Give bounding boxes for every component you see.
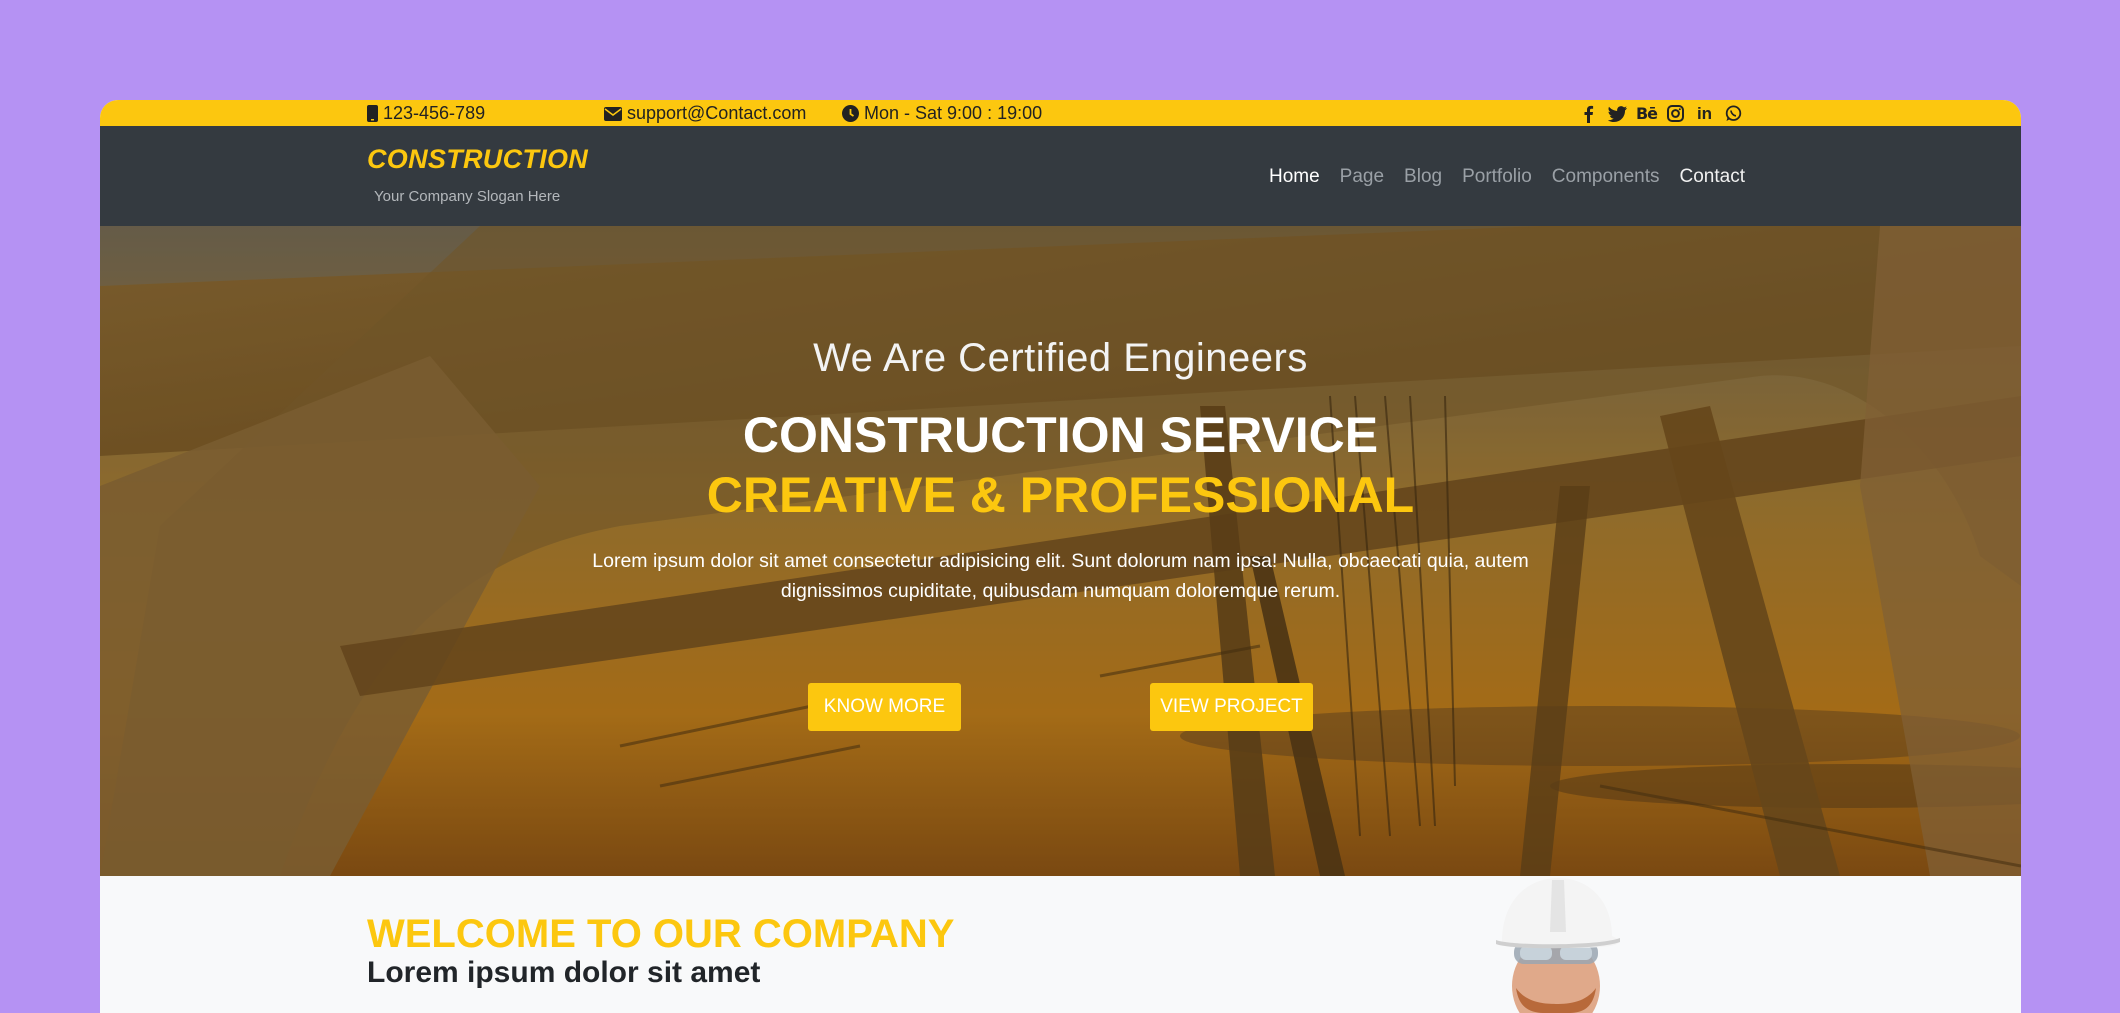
business-hours: Mon - Sat 9:00 : 19:00 <box>864 103 1043 123</box>
hero-section: We Are Certified Engineers CONSTRUCTION … <box>100 226 2021 876</box>
view-project-button[interactable]: VIEW PROJECT <box>1150 683 1313 731</box>
main-navbar: CONSTRUCTION Your Company Slogan Here Ho… <box>100 126 2021 226</box>
hero-title: CONSTRUCTION SERVICE <box>742 407 1379 463</box>
envelope-icon <box>604 106 622 121</box>
top-info-bar: 123-456-789 support@Contact.com Mon - Sa… <box>100 100 2021 126</box>
welcome-section: WELCOME TO OUR COMPANY Lorem ipsum dolor… <box>100 876 2021 1013</box>
nav-item-home[interactable]: Home <box>1269 166 1320 188</box>
facebook-icon[interactable] <box>1579 104 1598 123</box>
nav-item-page[interactable]: Page <box>1340 166 1384 188</box>
phone-info: 123-456-789 <box>367 103 485 124</box>
email-address[interactable]: support@Contact.com <box>627 103 806 124</box>
brand-logo[interactable]: CONSTRUCTION <box>367 144 588 175</box>
nav-item-blog[interactable]: Blog <box>1404 166 1442 188</box>
instagram-icon[interactable] <box>1666 104 1685 123</box>
nav-item-portfolio[interactable]: Portfolio <box>1462 166 1532 188</box>
social-links: Bē in <box>1579 104 1743 123</box>
nav-item-components[interactable]: Components <box>1552 166 1660 188</box>
know-more-button[interactable]: KNOW MORE <box>808 683 961 731</box>
welcome-title: WELCOME TO OUR COMPANY <box>367 912 955 956</box>
linkedin-icon[interactable]: in <box>1695 104 1714 123</box>
welcome-subtitle: Lorem ipsum dolor sit amet <box>367 956 761 989</box>
phone-icon <box>367 105 378 122</box>
whatsapp-icon[interactable] <box>1724 104 1743 123</box>
nav-menu: Home Page Blog Portfolio Components Cont… <box>1269 166 1745 188</box>
clock-icon <box>842 105 859 122</box>
engineer-photo <box>1496 878 1620 1013</box>
hours-info: Mon - Sat 9:00 : 19:00 <box>842 103 1042 124</box>
nav-item-contact[interactable]: Contact <box>1680 166 1745 188</box>
behance-icon[interactable]: Bē <box>1636 104 1658 123</box>
phone-number[interactable]: 123-456-789 <box>383 103 485 124</box>
brand-slogan: Your Company Slogan Here <box>374 188 561 205</box>
hero-title-accent: CREATIVE & PROFESSIONAL <box>706 467 1415 523</box>
hero-description: Lorem ipsum dolor sit amet consectetur a… <box>592 550 1529 602</box>
twitter-icon[interactable] <box>1608 104 1627 123</box>
website-frame: 123-456-789 support@Contact.com Mon - Sa… <box>100 100 2021 1013</box>
hero-subtitle: We Are Certified Engineers <box>813 336 1308 380</box>
email-info: support@Contact.com <box>604 103 806 124</box>
